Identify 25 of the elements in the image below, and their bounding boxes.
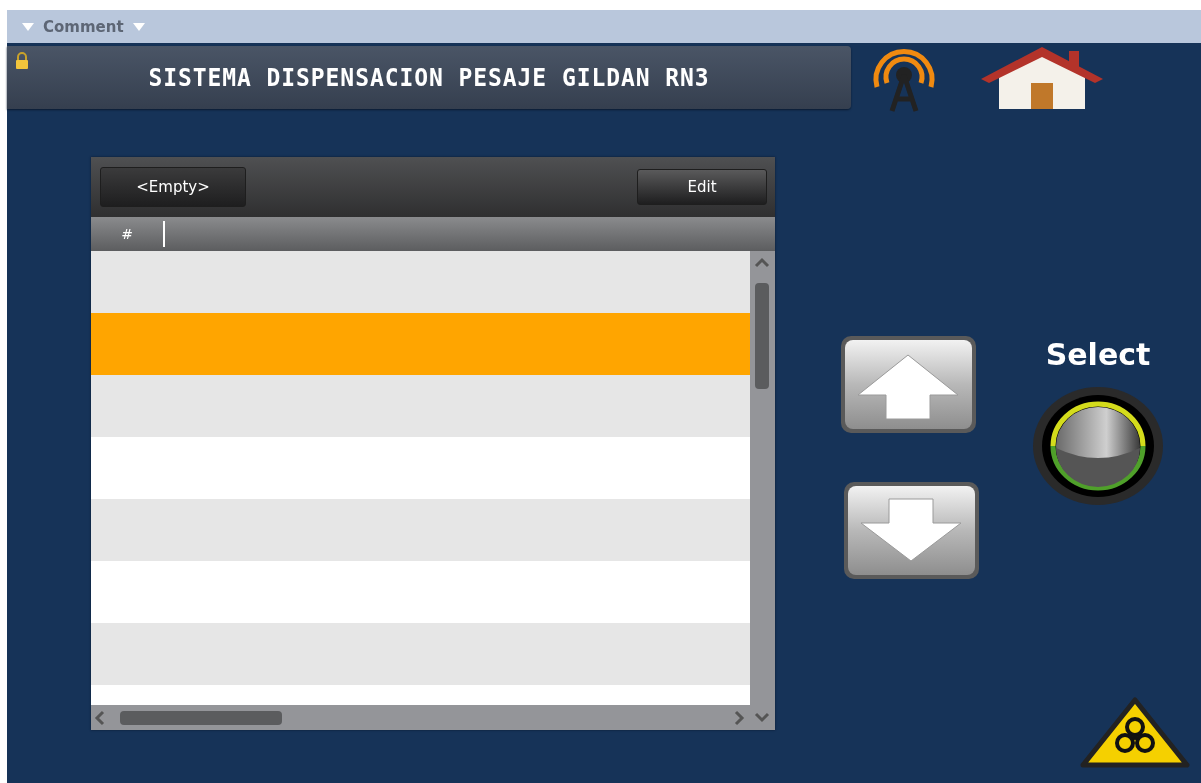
caret-icon[interactable] bbox=[131, 21, 146, 32]
table-row[interactable] bbox=[91, 313, 750, 375]
table-row[interactable] bbox=[91, 561, 750, 623]
window-title: SISTEMA DISPENSACION PESAJE GILDAN RN3 bbox=[148, 63, 710, 92]
select-knob[interactable] bbox=[1032, 386, 1164, 507]
lock-icon bbox=[13, 52, 31, 70]
empty-button[interactable]: <Empty> bbox=[100, 167, 246, 207]
caret-icon[interactable] bbox=[21, 21, 35, 32]
up-arrow-button[interactable] bbox=[840, 335, 977, 434]
scroll-left-icon[interactable] bbox=[94, 709, 106, 727]
table-row[interactable] bbox=[91, 623, 750, 685]
comment-label: Comment bbox=[43, 17, 124, 36]
select-label: Select bbox=[1045, 337, 1151, 372]
column-header[interactable]: # bbox=[91, 221, 165, 247]
scroll-thumb[interactable] bbox=[120, 711, 282, 725]
scroll-right-icon[interactable] bbox=[733, 709, 745, 727]
down-arrow-button[interactable] bbox=[843, 481, 980, 580]
home-icon[interactable] bbox=[979, 44, 1105, 111]
scroll-down-icon[interactable] bbox=[753, 712, 771, 724]
table-row[interactable] bbox=[91, 437, 750, 499]
edit-button[interactable]: Edit bbox=[637, 169, 767, 205]
scroll-up-icon[interactable] bbox=[753, 256, 771, 268]
scroll-thumb[interactable] bbox=[755, 283, 769, 389]
table-row[interactable] bbox=[91, 499, 750, 561]
table-row[interactable] bbox=[91, 375, 750, 437]
